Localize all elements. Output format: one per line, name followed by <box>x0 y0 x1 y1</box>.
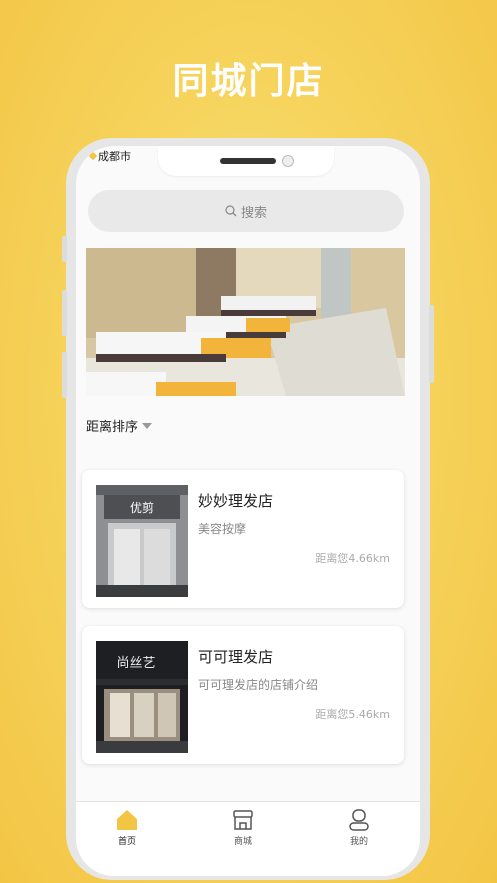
store-distance: 距离您5.46km <box>315 708 390 721</box>
search-icon <box>225 205 237 217</box>
tab-mine[interactable]: 我的 <box>329 808 389 847</box>
store-description: 美容按摩 <box>198 522 247 536</box>
bottom-tab-bar: 首页 商城 我的 <box>76 801 420 876</box>
search-bar[interactable]: 搜索 <box>88 190 404 232</box>
volume-button <box>62 290 67 336</box>
tab-label: 首页 <box>117 837 136 847</box>
tab-store[interactable]: 商城 <box>213 808 273 847</box>
location-icon <box>88 151 98 161</box>
store-description: 可可理发店的店铺介绍 <box>198 678 319 692</box>
storefront-photo: 优剪 <box>96 485 188 597</box>
store-name: 妙妙理发店 <box>198 492 274 510</box>
store-distance: 距离您4.66km <box>315 552 390 565</box>
tab-home[interactable]: 首页 <box>97 808 157 847</box>
storefront-photo: 尚丝艺 <box>96 641 188 753</box>
phone-screen: 成都市 搜索 距离排序 优剪 妙妙理发店 美容按摩 距离您4.66km 尚丝艺 … <box>76 146 420 876</box>
city-label: 成都市 <box>98 150 131 163</box>
banner-image[interactable] <box>86 248 405 396</box>
user-icon <box>349 809 369 831</box>
volume-button <box>62 236 67 262</box>
city-selector[interactable]: 成都市 <box>88 148 131 164</box>
store-card[interactable]: 优剪 妙妙理发店 美容按摩 距离您4.66km <box>82 470 404 608</box>
sort-dropdown[interactable]: 距离排序 <box>86 416 153 435</box>
tab-label: 商城 <box>233 837 252 847</box>
store-icon <box>233 810 253 830</box>
store-sign: 优剪 <box>130 500 154 515</box>
speaker <box>220 158 276 164</box>
hero-title: 同城门店 <box>172 61 325 102</box>
tab-label: 我的 <box>349 837 368 847</box>
salon-interior-photo <box>86 248 405 396</box>
store-photo: 尚丝艺 <box>96 641 188 753</box>
sort-label: 距离排序 <box>86 420 139 435</box>
caret-down-icon <box>142 422 153 429</box>
power-button <box>429 305 434 383</box>
store-sign: 尚丝艺 <box>116 656 155 671</box>
home-icon <box>117 810 137 830</box>
search-placeholder: 搜索 <box>240 205 267 221</box>
camera <box>282 155 294 167</box>
store-photo: 优剪 <box>96 485 188 597</box>
volume-button <box>62 352 67 398</box>
store-name: 可可理发店 <box>198 648 274 666</box>
notch <box>158 146 334 176</box>
store-card[interactable]: 尚丝艺 可可理发店 可可理发店的店铺介绍 距离您5.46km <box>82 626 404 764</box>
